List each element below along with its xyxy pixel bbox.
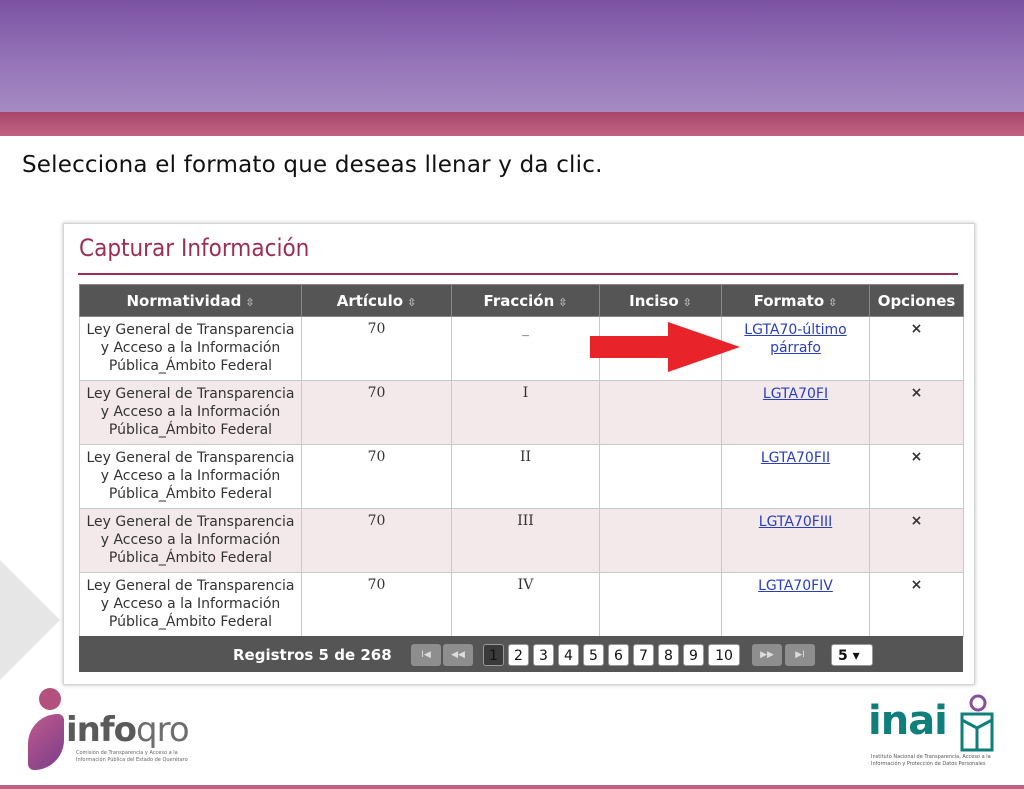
instruction-text: Selecciona el formato que deseas llenar … — [22, 152, 603, 178]
column-header-opciones: Opciones — [869, 284, 964, 317]
delete-icon[interactable]: × — [869, 508, 964, 573]
header-stripe — [0, 112, 1024, 136]
delete-icon[interactable]: × — [869, 316, 964, 381]
cell-normatividad: Ley General de Transparencia y Acceso a … — [79, 572, 302, 637]
table-row: Ley General de Transparencia y Acceso a … — [79, 380, 964, 445]
page-button-7[interactable]: 7 — [633, 644, 654, 666]
next-page-button[interactable]: ▶▶ — [752, 644, 782, 666]
page-button-6[interactable]: 6 — [608, 644, 629, 666]
cell-fraccion: I — [451, 380, 600, 445]
delete-icon[interactable]: × — [869, 572, 964, 637]
column-header-formato[interactable]: Formato ⇳ — [721, 284, 870, 317]
logo-subtitle: Comisión de Transparencia y Acceso a la … — [76, 750, 188, 763]
page-button-4[interactable]: 4 — [558, 644, 579, 666]
cell-articulo: 70 — [301, 380, 452, 445]
cell-normatividad: Ley General de Transparencia y Acceso a … — [79, 380, 302, 445]
page-size-select[interactable]: 5 ▾ — [831, 644, 873, 666]
cell-formato: LGTA70FIII — [721, 508, 870, 573]
cell-formato: LGTA70FIV — [721, 572, 870, 637]
capture-panel: Capturar Información Normatividad ⇳ Artíc… — [63, 223, 975, 685]
delete-icon[interactable]: × — [869, 380, 964, 445]
footer-line — [0, 785, 1024, 789]
logo-wordmark: inai — [868, 698, 948, 744]
cell-articulo: 70 — [301, 572, 452, 637]
cell-formato: LGTA70FII — [721, 444, 870, 509]
table-row: Ley General de Transparencia y Acceso a … — [79, 444, 964, 509]
formato-link[interactable]: LGTA70FIV — [758, 578, 833, 594]
cell-formato: LGTA70FI — [721, 380, 870, 445]
cell-inciso — [599, 572, 722, 637]
page-button-10[interactable]: 10 — [708, 644, 740, 666]
sort-icon: ⇳ — [558, 295, 568, 309]
formato-link[interactable]: LGTA70FI — [763, 386, 828, 402]
page-button-2[interactable]: 2 — [508, 644, 529, 666]
cell-fraccion: II — [451, 444, 600, 509]
page-button-9[interactable]: 9 — [683, 644, 704, 666]
page-button-8[interactable]: 8 — [658, 644, 679, 666]
records-count: Registros 5 de 268 — [233, 646, 392, 664]
prev-page-button[interactable]: ◀◀ — [443, 644, 473, 666]
cell-articulo: 70 — [301, 444, 452, 509]
sort-icon: ⇳ — [828, 295, 838, 309]
cell-normatividad: Ley General de Transparencia y Acceso a … — [79, 508, 302, 573]
table-row: Ley General de Transparencia y Acceso a … — [79, 316, 964, 381]
inai-logo: inai Instituto Nacional de Transparencia… — [868, 692, 1008, 782]
logo-dot — [39, 688, 61, 710]
inai-figure-icon — [960, 694, 994, 752]
sort-icon: ⇳ — [682, 295, 692, 309]
formato-link[interactable]: LGTA70FII — [761, 450, 830, 466]
first-page-button[interactable]: I◀ — [411, 644, 441, 666]
decorative-triangle — [0, 560, 60, 680]
table-row: Ley General de Transparencia y Acceso a … — [79, 508, 964, 573]
cell-inciso — [599, 380, 722, 445]
sort-icon: ⇳ — [407, 295, 417, 309]
cell-inciso — [599, 444, 722, 509]
cell-fraccion: _ — [451, 316, 600, 381]
cell-inciso — [599, 508, 722, 573]
logo-wordmark: infoqro — [66, 710, 190, 750]
panel-title: Capturar Información — [79, 234, 310, 262]
cell-normatividad: Ley General de Transparencia y Acceso a … — [79, 444, 302, 509]
cell-articulo: 70 — [301, 508, 452, 573]
formato-link[interactable]: LGTA70-último párrafo — [744, 322, 846, 356]
logo-figure — [28, 714, 64, 770]
cell-normatividad: Ley General de Transparencia y Acceso a … — [79, 316, 302, 381]
formato-link[interactable]: LGTA70FIII — [759, 514, 832, 530]
page-button-3[interactable]: 3 — [533, 644, 554, 666]
column-header-articulo[interactable]: Artículo ⇳ — [301, 284, 452, 317]
column-header-fraccion[interactable]: Fracción ⇳ — [451, 284, 600, 317]
delete-icon[interactable]: × — [869, 444, 964, 509]
table-header-row: Normatividad ⇳ Artículo ⇳ Fracción ⇳ Inciso… — [79, 284, 964, 317]
arrow-shape — [590, 322, 740, 372]
last-page-button[interactable]: ▶I — [785, 644, 815, 666]
table-row: Ley General de Transparencia y Acceso a … — [79, 572, 964, 637]
logo-subtitle: Instituto Nacional de Transparencia, Acc… — [871, 754, 991, 767]
pagination-bar: Registros 5 de 268 I◀ ◀◀ 1 2 3 4 5 6 7 8… — [79, 636, 963, 672]
cell-formato: LGTA70-último párrafo — [721, 316, 870, 381]
sort-icon: ⇳ — [245, 295, 255, 309]
title-divider — [78, 273, 958, 275]
page-button-5[interactable]: 5 — [583, 644, 604, 666]
cell-fraccion: III — [451, 508, 600, 573]
page-button-1[interactable]: 1 — [483, 644, 504, 666]
column-header-normatividad[interactable]: Normatividad ⇳ — [79, 284, 302, 317]
red-arrow-pointer — [590, 322, 740, 372]
column-header-inciso[interactable]: Inciso ⇳ — [599, 284, 722, 317]
infoqro-logo: infoqro Comisión de Transparencia y Acce… — [22, 688, 202, 778]
header-band — [0, 0, 1024, 112]
formats-table: Normatividad ⇳ Artículo ⇳ Fracción ⇳ Inciso… — [79, 284, 964, 637]
cell-articulo: 70 — [301, 316, 452, 381]
cell-fraccion: IV — [451, 572, 600, 637]
